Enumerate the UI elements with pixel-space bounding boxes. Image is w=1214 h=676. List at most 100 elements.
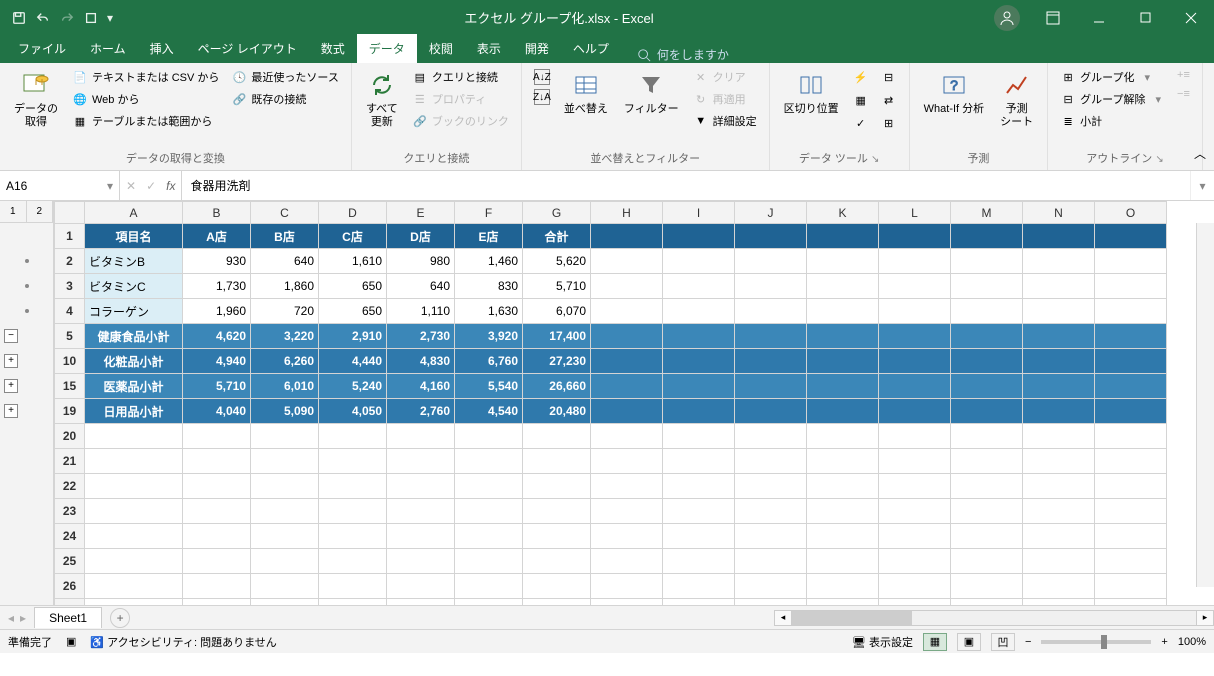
cell[interactable] (663, 349, 735, 374)
cell[interactable] (879, 399, 951, 424)
cell[interactable]: 5,240 (319, 374, 387, 399)
cell[interactable] (251, 549, 319, 574)
cell[interactable] (879, 299, 951, 324)
cell[interactable] (735, 249, 807, 274)
cell[interactable] (591, 299, 663, 324)
properties-button[interactable]: ☰プロパティ (408, 89, 513, 109)
cell[interactable]: 合計 (523, 224, 591, 249)
cell[interactable] (663, 474, 735, 499)
cell[interactable] (1023, 474, 1095, 499)
zoom-out-button[interactable]: − (1025, 636, 1031, 648)
cell[interactable] (807, 274, 879, 299)
cell[interactable] (523, 499, 591, 524)
cell[interactable] (85, 449, 183, 474)
refresh-all-button[interactable]: すべて 更新 (360, 67, 404, 131)
cell[interactable] (455, 424, 523, 449)
cancel-formula-icon[interactable]: ✕ (126, 179, 136, 193)
cell[interactable] (387, 599, 455, 606)
cell[interactable] (1023, 274, 1095, 299)
cell[interactable] (1023, 449, 1095, 474)
cell[interactable]: 1,110 (387, 299, 455, 324)
cell[interactable] (951, 399, 1023, 424)
cell[interactable] (1023, 349, 1095, 374)
tab-ページ レイアウト[interactable]: ページ レイアウト (186, 34, 309, 63)
tab-開発[interactable]: 開発 (513, 34, 561, 63)
cell[interactable] (807, 574, 879, 599)
cell[interactable] (183, 549, 251, 574)
sort-az-button[interactable]: A↓Z (530, 67, 554, 87)
cell[interactable] (591, 524, 663, 549)
cell[interactable] (251, 449, 319, 474)
cell[interactable] (1023, 374, 1095, 399)
cell[interactable] (183, 599, 251, 606)
row-header-25[interactable]: 25 (55, 549, 85, 574)
cell[interactable]: 4,940 (183, 349, 251, 374)
zoom-level[interactable]: 100% (1178, 636, 1206, 648)
cell[interactable] (951, 274, 1023, 299)
cell[interactable]: 日用品小計 (85, 399, 183, 424)
cell[interactable] (1095, 374, 1167, 399)
cell[interactable]: 930 (183, 249, 251, 274)
cell[interactable] (807, 499, 879, 524)
flash-fill-button[interactable]: ⚡ (849, 67, 873, 87)
row-header-20[interactable]: 20 (55, 424, 85, 449)
outline-level-2[interactable]: 2 (27, 201, 54, 222)
tab-ファイル[interactable]: ファイル (6, 34, 78, 63)
tab-数式[interactable]: 数式 (309, 34, 357, 63)
cell[interactable] (807, 524, 879, 549)
maximize-button[interactable] (1122, 0, 1168, 35)
cell[interactable] (387, 449, 455, 474)
cell[interactable] (807, 299, 879, 324)
cell[interactable] (879, 274, 951, 299)
cell[interactable]: 3,220 (251, 324, 319, 349)
row-header-26[interactable]: 26 (55, 574, 85, 599)
cell[interactable] (319, 524, 387, 549)
cell[interactable] (951, 224, 1023, 249)
cell[interactable] (319, 499, 387, 524)
cell[interactable] (879, 324, 951, 349)
col-header-M[interactable]: M (951, 202, 1023, 224)
cell[interactable] (663, 549, 735, 574)
cell[interactable] (1023, 299, 1095, 324)
cell[interactable] (1023, 574, 1095, 599)
cell[interactable] (85, 549, 183, 574)
cell[interactable] (663, 574, 735, 599)
qat-more-icon[interactable] (80, 7, 102, 29)
cell[interactable]: 650 (319, 274, 387, 299)
dialog-launcher-icon[interactable]: ↘ (1155, 154, 1163, 165)
from-csv-button[interactable]: 📄テキストまたは CSV から (68, 67, 223, 87)
cell[interactable] (523, 524, 591, 549)
recent-sources-button[interactable]: 🕓最近使ったソース (227, 67, 342, 87)
cell[interactable] (1023, 549, 1095, 574)
tab-ヘルプ[interactable]: ヘルプ (561, 34, 621, 63)
page-layout-view-button[interactable]: ▣ (957, 633, 981, 651)
row-header-27[interactable]: 27 (55, 599, 85, 606)
minimize-button[interactable] (1076, 0, 1122, 35)
existing-connections-button[interactable]: 🔗既存の接続 (227, 89, 342, 109)
cell[interactable] (387, 549, 455, 574)
col-header-F[interactable]: F (455, 202, 523, 224)
cell[interactable]: 4,830 (387, 349, 455, 374)
text-to-columns-button[interactable]: 区切り位置 (778, 67, 845, 118)
cell[interactable]: D店 (387, 224, 455, 249)
cell[interactable]: 4,160 (387, 374, 455, 399)
cell[interactable] (951, 249, 1023, 274)
cell[interactable] (879, 524, 951, 549)
cell[interactable] (735, 399, 807, 424)
cell[interactable] (319, 424, 387, 449)
cell[interactable]: 26,660 (523, 374, 591, 399)
redo-icon[interactable] (56, 7, 78, 29)
tab-ホーム[interactable]: ホーム (78, 34, 138, 63)
cell[interactable] (663, 324, 735, 349)
accessibility-status[interactable]: ♿ アクセシビリティ: 問題ありません (90, 634, 276, 650)
cell[interactable] (807, 374, 879, 399)
cell[interactable]: 4,620 (183, 324, 251, 349)
cell[interactable] (85, 474, 183, 499)
insert-function-icon[interactable]: fx (166, 179, 175, 193)
cell[interactable]: 医薬品小計 (85, 374, 183, 399)
cell[interactable] (251, 474, 319, 499)
row-header-23[interactable]: 23 (55, 499, 85, 524)
cell[interactable] (319, 549, 387, 574)
cell[interactable] (951, 424, 1023, 449)
from-web-button[interactable]: 🌐Web から (68, 89, 223, 109)
